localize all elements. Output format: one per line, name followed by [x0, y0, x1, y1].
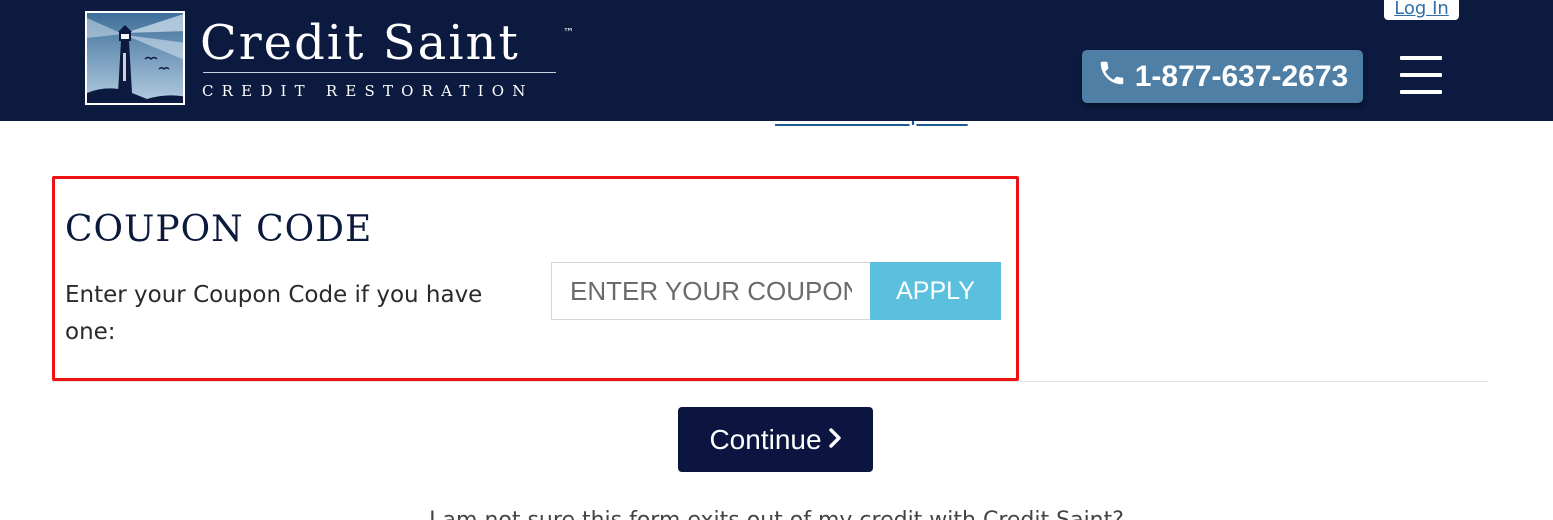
chevron-right-icon [828, 424, 842, 455]
phone-icon [1097, 58, 1127, 96]
brand-subtitle: CREDIT RESTORATION [202, 82, 534, 100]
coupon-input[interactable] [551, 262, 870, 320]
apply-button[interactable]: APPLY [870, 262, 1001, 320]
site-header: Credit Saint ™ CREDIT RESTORATION Log In… [0, 0, 1553, 121]
divider [52, 381, 1488, 382]
brand-divider [203, 72, 556, 73]
login-button[interactable]: Log In [1384, 0, 1459, 20]
lighthouse-logo-icon[interactable] [85, 11, 185, 105]
phone-button[interactable]: 1-877-637-2673 [1082, 50, 1363, 103]
continue-label: Continue [709, 423, 822, 455]
brand-name: Credit Saint [200, 15, 520, 71]
coupon-title: COUPON CODE [65, 209, 373, 250]
phone-number: 1-877-637-2673 [1134, 59, 1349, 93]
footer-text: I am not sure this form exits out of my … [0, 508, 1553, 520]
hamburger-menu-icon[interactable] [1400, 56, 1444, 94]
coupon-description: Enter your Coupon Code if you have one: [65, 282, 483, 345]
coupon-section: COUPON CODE Enter your Coupon Code if yo… [52, 176, 1019, 381]
continue-button[interactable]: Continue [678, 407, 873, 472]
trademark-symbol: ™ [563, 26, 574, 39]
